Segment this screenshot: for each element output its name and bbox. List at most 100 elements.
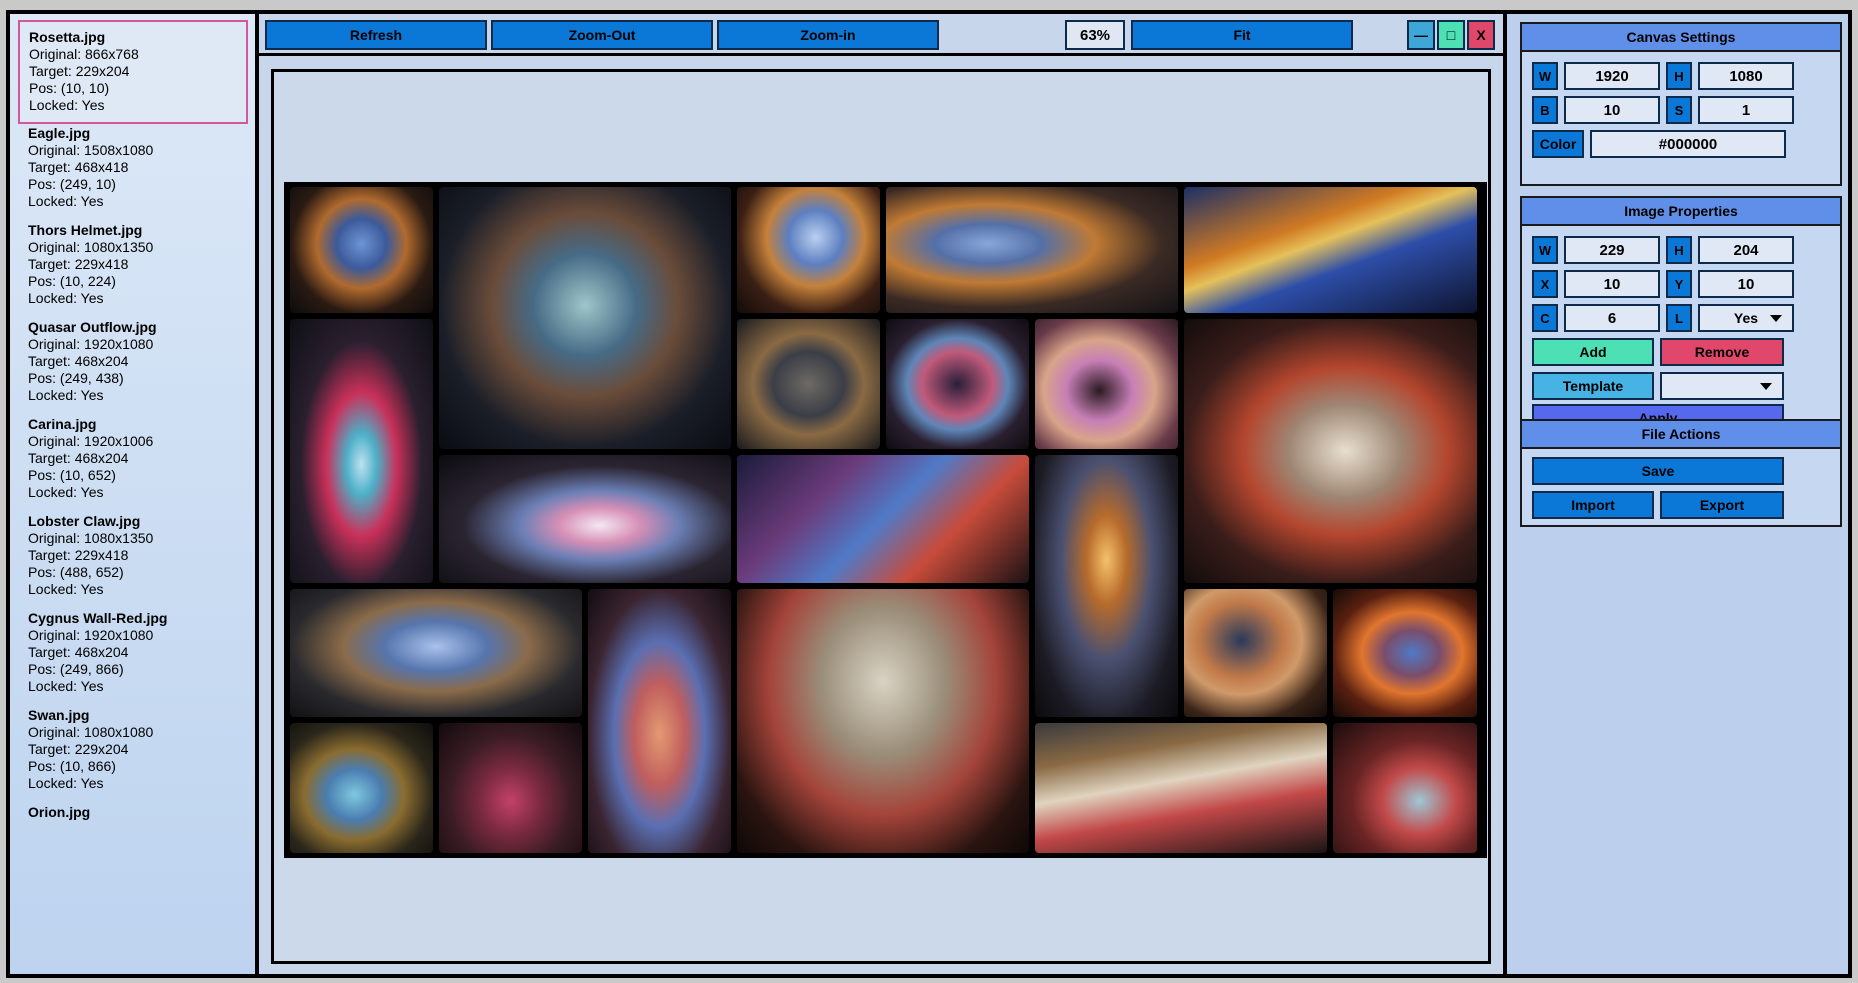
image-list-item[interactable]: Thors Helmet.jpg Original: 1080x1350 Tar… [18, 214, 248, 318]
export-button[interactable]: Export [1660, 491, 1784, 519]
image-target-size: Target: 468x418 [28, 159, 129, 175]
image-locked: Locked: Yes [28, 484, 104, 500]
file-actions-panel: File Actions Save Import Export [1520, 419, 1842, 527]
image-height-label: H [1666, 236, 1692, 264]
tile-heart-2[interactable] [1333, 589, 1477, 717]
tile-quasar-outflow[interactable] [439, 455, 731, 583]
tile-orion[interactable] [737, 187, 880, 313]
zoom-out-button[interactable]: Zoom-Out [491, 20, 713, 50]
collage-canvas[interactable] [284, 182, 1487, 858]
image-width-label: W [1532, 236, 1558, 264]
image-locked: Locked: Yes [28, 678, 104, 694]
minimize-button[interactable]: — [1407, 20, 1435, 50]
image-list[interactable]: Rosetta.jpg Original: 866x768 Target: 22… [10, 14, 255, 974]
locked-select[interactable]: Yes [1698, 304, 1794, 332]
tile-quasar-2[interactable] [737, 455, 1029, 583]
chevron-down-icon [1770, 315, 1782, 322]
tile-carina[interactable] [290, 589, 582, 717]
image-original-size: Original: 1920x1080 [28, 627, 154, 643]
save-button[interactable]: Save [1532, 457, 1784, 485]
image-target-size: Target: 229x204 [28, 741, 129, 757]
canvas-height-input[interactable]: 1080 [1698, 62, 1794, 90]
tile-red-nebula[interactable] [1333, 723, 1477, 853]
image-list-item[interactable]: Lobster Claw.jpg Original: 1080x1350 Tar… [18, 505, 248, 609]
image-list-item[interactable]: Swan.jpg Original: 1080x1080 Target: 229… [18, 699, 248, 803]
tile-milky-way-dust[interactable] [1035, 723, 1327, 853]
image-locked: Locked: Yes [28, 581, 104, 597]
image-locked: Locked: Yes [28, 775, 104, 791]
canvas-border-label: B [1532, 96, 1558, 124]
app-window: Rosetta.jpg Original: 866x768 Target: 22… [6, 10, 1852, 978]
tile-seagull[interactable] [1184, 187, 1477, 313]
tile-bubble[interactable] [886, 319, 1029, 449]
locked-select-value: Yes [1733, 310, 1759, 326]
tile-pink-nebula[interactable] [1035, 319, 1178, 449]
close-button[interactable]: X [1467, 20, 1495, 50]
image-list-item-selected[interactable]: Rosetta.jpg Original: 866x768 Target: 22… [18, 20, 248, 124]
canvas-width-label: W [1532, 62, 1558, 90]
image-width-input[interactable]: 229 [1564, 236, 1660, 264]
canvas-spacing-label: S [1666, 96, 1692, 124]
canvas-border-input[interactable]: 10 [1564, 96, 1660, 124]
image-original-size: Original: 1920x1080 [28, 336, 154, 352]
image-original-size: Original: 1508x1080 [28, 142, 154, 158]
zoom-level: 63% [1065, 20, 1125, 50]
image-position: Pos: (249, 866) [28, 661, 124, 677]
image-original-size: Original: 1080x1350 [28, 530, 154, 546]
image-position: Pos: (10, 652) [28, 467, 116, 483]
image-name: Carina.jpg [28, 416, 97, 432]
canvas-color-input[interactable]: #000000 [1590, 130, 1786, 158]
image-x-label: X [1532, 270, 1558, 298]
tile-north-america[interactable] [439, 723, 582, 853]
tile-pillar[interactable] [1035, 455, 1178, 717]
image-name: Lobster Claw.jpg [28, 513, 141, 529]
image-position: Pos: (10, 866) [28, 758, 116, 774]
remove-button[interactable]: Remove [1660, 338, 1784, 366]
color-button[interactable]: Color [1532, 130, 1584, 158]
tile-lobster-claw[interactable] [588, 589, 731, 853]
image-position: Pos: (249, 438) [28, 370, 124, 386]
canvas-area: Refresh Zoom-Out Zoom-in 63% Fit — □ X [259, 14, 1503, 974]
canvas-height-label: H [1666, 62, 1692, 90]
maximize-button[interactable]: □ [1437, 20, 1465, 50]
tile-eagle[interactable] [439, 187, 731, 449]
image-name: Cygnus Wall-Red.jpg [28, 610, 168, 626]
image-list-item[interactable]: Cygnus Wall-Red.jpg Original: 1920x1080 … [18, 602, 248, 706]
template-button[interactable]: Template [1532, 372, 1654, 400]
canvas-width-input[interactable]: 1920 [1564, 62, 1660, 90]
image-position: Pos: (249, 10) [28, 176, 116, 192]
refresh-button[interactable]: Refresh [265, 20, 487, 50]
image-c-input[interactable]: 6 [1564, 304, 1660, 332]
tile-tarantula[interactable] [1184, 319, 1477, 583]
image-locked: Locked: Yes [28, 193, 104, 209]
import-button[interactable]: Import [1532, 491, 1654, 519]
tile-heart[interactable] [886, 187, 1178, 313]
fit-button[interactable]: Fit [1131, 20, 1353, 50]
image-y-label: Y [1666, 270, 1692, 298]
image-locked: Locked: Yes [28, 387, 104, 403]
tile-dark-dust[interactable] [737, 319, 880, 449]
template-select[interactable] [1660, 372, 1784, 400]
image-x-input[interactable]: 10 [1564, 270, 1660, 298]
image-properties-title: Image Properties [1522, 198, 1840, 226]
image-list-item[interactable]: Orion.jpg [18, 796, 248, 900]
image-name: Thors Helmet.jpg [28, 222, 143, 238]
image-position: Pos: (10, 224) [28, 273, 116, 289]
tile-swan[interactable] [290, 723, 433, 853]
canvas-settings-panel: Canvas Settings W 1920 H 1080 B 10 S 1 C… [1520, 22, 1842, 186]
tile-rosetta[interactable] [290, 187, 433, 313]
canvas-spacing-input[interactable]: 1 [1698, 96, 1794, 124]
tile-cosmic-cliff[interactable] [1184, 589, 1327, 717]
image-list-item[interactable]: Quasar Outflow.jpg Original: 1920x1080 T… [18, 311, 248, 415]
image-height-input[interactable]: 204 [1698, 236, 1794, 264]
image-list-item[interactable]: Eagle.jpg Original: 1508x1080 Target: 46… [18, 117, 248, 221]
zoom-in-button[interactable]: Zoom-in [717, 20, 939, 50]
image-original-size: Original: 1080x1350 [28, 239, 154, 255]
image-locked: Locked: Yes [28, 290, 104, 306]
image-list-item[interactable]: Carina.jpg Original: 1920x1006 Target: 4… [18, 408, 248, 512]
image-original-size: Original: 1080x1080 [28, 724, 154, 740]
add-button[interactable]: Add [1532, 338, 1654, 366]
image-y-input[interactable]: 10 [1698, 270, 1794, 298]
tile-cygnus-wall[interactable] [737, 589, 1029, 853]
tile-thors-helmet[interactable] [290, 319, 433, 583]
